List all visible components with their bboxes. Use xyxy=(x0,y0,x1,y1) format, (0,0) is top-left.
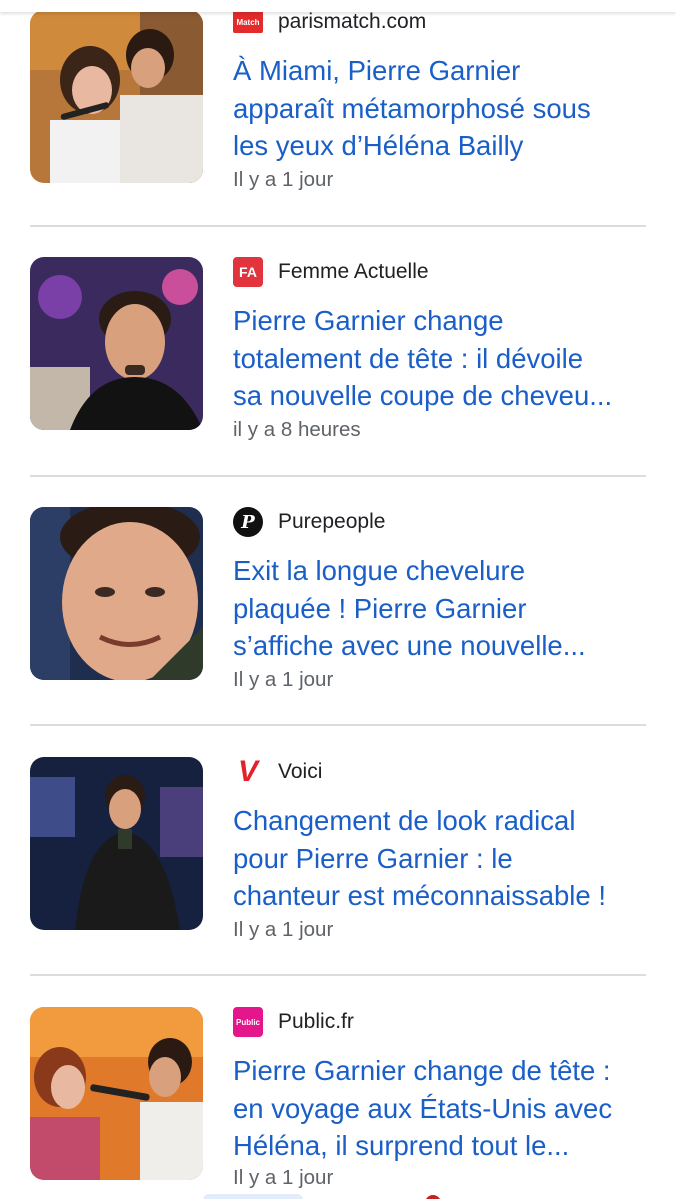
article-source[interactable]: FA Femme Actuelle xyxy=(233,257,429,287)
article-headline[interactable]: Changement de look radical pour Pierre G… xyxy=(233,802,653,915)
headline-line: Exit la longue chevelure xyxy=(233,555,525,586)
article-source[interactable]: V Voici xyxy=(233,757,322,787)
article-thumbnail[interactable] xyxy=(30,507,203,680)
headline-line: plaquée ! Pierre Garnier xyxy=(233,592,527,624)
photo-pierre-garnier-closeup xyxy=(30,507,203,680)
photo-pierre-garnier-smiling xyxy=(30,257,203,430)
article-thumbnail[interactable] xyxy=(30,10,203,183)
divider xyxy=(30,225,646,227)
nav-active-indicator[interactable] xyxy=(203,1194,303,1199)
voici-logo-icon: V xyxy=(237,757,258,787)
public-logo-icon: Public xyxy=(233,1007,263,1037)
bottom-navigation-bar xyxy=(0,1190,676,1199)
article-headline[interactable]: Pierre Garnier change totalement de tête… xyxy=(233,302,653,415)
article-timestamp: il y a 8 heures xyxy=(233,418,361,441)
headline-line: totalement de tête : il dévoile xyxy=(233,342,584,374)
source-name: parismatch.com xyxy=(278,10,427,33)
source-name: Voici xyxy=(278,760,323,783)
headline-line: s’affiche avec une nouvelle... xyxy=(233,630,586,661)
article-source[interactable]: Public Public.fr xyxy=(233,1007,354,1037)
headline-line: À Miami, Pierre Garnier xyxy=(233,55,521,86)
top-app-bar-edge xyxy=(0,0,676,12)
article-timestamp: Il y a 1 jour xyxy=(233,918,334,941)
divider xyxy=(30,475,646,477)
headline-line: sa nouvelle coupe de cheveu... xyxy=(233,380,613,411)
femme-actuelle-logo-icon: FA xyxy=(233,257,263,287)
article-timestamp: Il y a 1 jour xyxy=(233,1166,334,1189)
headline-line: Changement de look radical xyxy=(233,805,576,836)
photo-duo-singing-stage xyxy=(30,1007,203,1180)
news-card[interactable]: V Voici Changement de look radical pour … xyxy=(0,731,676,981)
news-card[interactable]: Public Public.fr Pierre Garnier change d… xyxy=(0,981,676,1199)
news-card[interactable]: P Purepeople Exit la longue chevelure pl… xyxy=(0,481,676,731)
headline-line: pour Pierre Garnier : le xyxy=(233,842,513,874)
divider xyxy=(30,974,646,976)
divider xyxy=(30,724,646,726)
article-headline[interactable]: Pierre Garnier change de tête : en voyag… xyxy=(233,1052,653,1165)
source-name: Femme Actuelle xyxy=(278,260,429,283)
headline-line: Héléna, il surprend tout le... xyxy=(233,1130,570,1161)
photo-couple-singing xyxy=(30,10,203,183)
article-headline[interactable]: Exit la longue chevelure plaquée ! Pierr… xyxy=(233,552,653,665)
headline-line: les yeux d’Héléna Bailly xyxy=(233,130,524,161)
source-name: Public.fr xyxy=(278,1010,354,1033)
news-feed-page: Match parismatch.com À Miami, Pierre Gar… xyxy=(0,0,676,1199)
headline-line: chanteur est méconnaissable ! xyxy=(233,880,606,911)
article-timestamp: Il y a 1 jour xyxy=(233,668,334,691)
photo-pierre-garnier-red-carpet xyxy=(30,757,203,930)
headline-line: Pierre Garnier change xyxy=(233,305,504,336)
purepeople-logo-icon: P xyxy=(233,507,263,537)
source-name: Purepeople xyxy=(278,510,386,533)
article-thumbnail[interactable] xyxy=(30,257,203,430)
article-timestamp: Il y a 1 jour xyxy=(233,168,334,191)
headline-line: en voyage aux États-Unis avec xyxy=(233,1092,613,1124)
article-thumbnail[interactable] xyxy=(30,1007,203,1180)
article-headline[interactable]: À Miami, Pierre Garnier apparaît métamor… xyxy=(233,52,653,165)
news-card[interactable]: FA Femme Actuelle Pierre Garnier change … xyxy=(0,231,676,481)
headline-line: apparaît métamorphosé sous xyxy=(233,92,591,124)
nav-avatar-icon[interactable] xyxy=(425,1195,441,1199)
headline-line: Pierre Garnier change de tête : xyxy=(233,1055,611,1086)
news-card[interactable]: Match parismatch.com À Miami, Pierre Gar… xyxy=(0,0,676,231)
article-thumbnail[interactable] xyxy=(30,757,203,930)
parismatch-logo-icon: Match xyxy=(233,11,263,33)
article-source[interactable]: P Purepeople xyxy=(233,507,385,537)
